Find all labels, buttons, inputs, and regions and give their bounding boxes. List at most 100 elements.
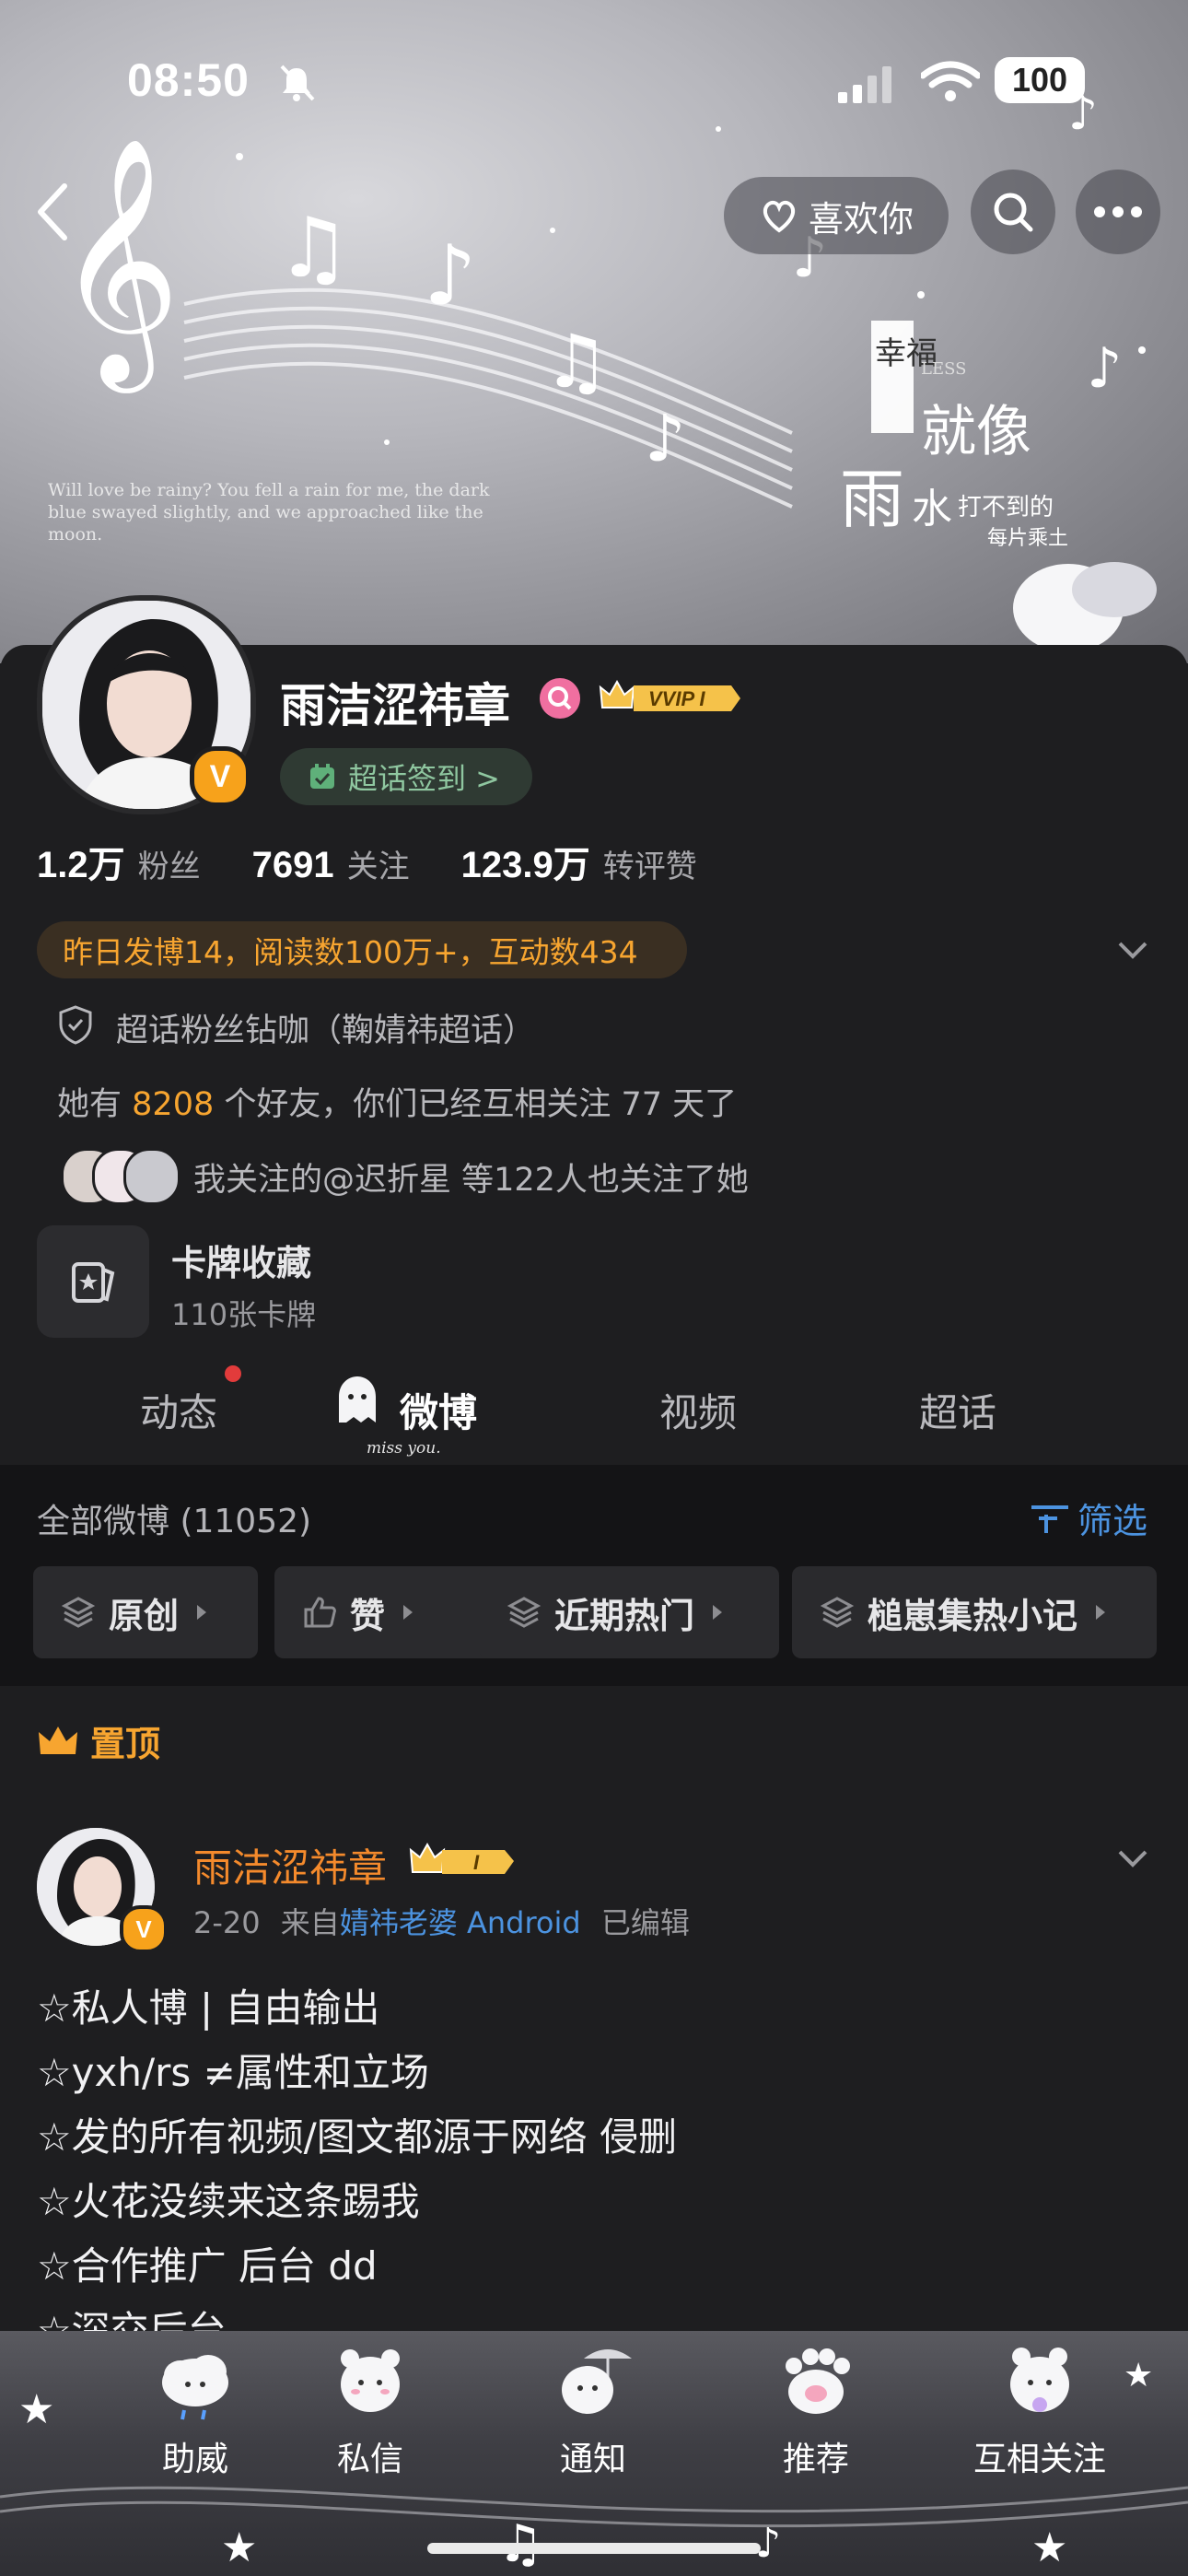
more-dots-icon	[1094, 206, 1142, 217]
interactions-count: 123.9万	[460, 845, 590, 885]
wifi-icon	[921, 61, 980, 101]
stat-interactions[interactable]: 123.9万 转评赞	[461, 835, 697, 888]
filter-button[interactable]: 筛选	[1030, 1493, 1147, 1543]
chip-original[interactable]: 原创	[33, 1566, 258, 1658]
vvip-badge[interactable]: VVIP I	[597, 676, 744, 720]
tab-decoration-text: miss you.	[367, 1439, 441, 1458]
filter-icon	[1031, 1505, 1068, 1533]
tab-supertopic[interactable]: 超话	[919, 1382, 996, 1438]
chip-recent-hot[interactable]: 近期热门	[479, 1566, 779, 1658]
tab-video[interactable]: 视频	[659, 1382, 737, 1438]
chip-collection-label: 槌崽集热小记	[868, 1595, 1078, 1636]
more-button[interactable]	[1076, 170, 1160, 254]
card-collection-icon	[72, 1262, 115, 1303]
supertopic-checkin-button[interactable]: 超话签到 >	[280, 748, 532, 805]
membership-crown-badge[interactable]: I	[409, 1839, 519, 1883]
bell-muted-icon	[280, 64, 315, 101]
bottom-message-button[interactable]: 私信	[306, 2340, 435, 2480]
bottom-recommend-button[interactable]: 推荐	[751, 2340, 880, 2480]
post-text-line: ☆火花没续来这条踢我	[37, 2179, 420, 2224]
activity-highlight[interactable]: 昨日发博14，阅读数100万+，互动数434	[37, 921, 687, 978]
friends-prefix: 她有	[57, 1086, 122, 1123]
svg-text:♪: ♪	[755, 2520, 781, 2567]
svg-text:★: ★	[1124, 2357, 1153, 2395]
filter-label: 筛选	[1077, 1501, 1148, 1541]
bear-mutual-follow-icon	[1010, 2348, 1069, 2412]
bottom-notify-label: 通知	[559, 2441, 626, 2478]
paw-recommend-icon	[786, 2348, 850, 2414]
tab-feed[interactable]: 动态	[140, 1382, 217, 1438]
post-date: 2-20	[193, 1905, 261, 1940]
banner-text-meipian: 每片乘土	[987, 527, 1069, 550]
chip-arrow-icon	[713, 1605, 723, 1620]
like-you-button[interactable]: 喜欢你	[724, 177, 949, 254]
mutual-avatar	[123, 1148, 181, 1205]
stat-followers[interactable]: 1.2万 粉丝	[37, 835, 201, 888]
heart-hand-icon	[763, 200, 796, 233]
layers-icon	[820, 1597, 855, 1628]
chip-original-label: 原创	[109, 1595, 180, 1636]
followers-count: 1.2万	[37, 845, 125, 885]
like-you-label: 喜欢你	[808, 198, 914, 240]
card-collection-icon-box[interactable]	[37, 1225, 149, 1338]
post-text-line: ☆发的所有视频/图文都源于网络 侵删	[37, 2114, 678, 2160]
post-menu-chevron-icon[interactable]	[1114, 1839, 1151, 1876]
bottom-mutual-follow-button[interactable]: 互相关注	[971, 2340, 1109, 2480]
crown-icon	[39, 1726, 77, 1754]
checkin-label: 超话签到 >	[348, 761, 500, 796]
profile-stats: 1.2万 粉丝 7691 关注 123.9万 转评赞	[37, 835, 749, 888]
thumbs-up-icon	[304, 1597, 336, 1628]
bottom-notify-button[interactable]: 通知	[529, 2340, 658, 2480]
banner-text-dabudao: 打不到的	[958, 494, 1054, 521]
svg-text:♪: ♪	[1087, 336, 1122, 401]
profile-tabs: 动态 微博 视频 超话	[0, 1373, 1188, 1465]
chip-collection[interactable]: 槌崽集热小记	[792, 1566, 1157, 1658]
new-indicator-dot	[225, 1365, 241, 1382]
chip-likes[interactable]: 赞	[274, 1566, 497, 1658]
back-arrow-icon[interactable]	[28, 175, 83, 249]
chip-arrow-icon	[1096, 1605, 1106, 1620]
bottom-mutual-follow-label: 互相关注	[973, 2441, 1106, 2478]
crown-label: I	[473, 1851, 480, 1874]
tab-weibo[interactable]: 微博	[400, 1382, 477, 1438]
home-indicator[interactable]	[427, 2543, 761, 2554]
following-label: 关注	[346, 849, 410, 885]
supertopic-rank[interactable]: 超话粉丝钻咖（鞠婧祎超话）	[116, 1004, 535, 1051]
bear-message-icon	[341, 2349, 400, 2412]
chip-arrow-icon	[403, 1605, 413, 1620]
friends-info: 她有 8208 个好友，你们已经互相关注 77 天了	[57, 1078, 737, 1125]
all-posts-count: 全部微博 (11052)	[37, 1503, 312, 1540]
friends-count[interactable]: 8208	[132, 1086, 214, 1123]
shield-check-icon	[59, 1005, 92, 1045]
supertopic-badge-icon[interactable]	[540, 678, 580, 719]
interactions-label: 转评赞	[602, 849, 697, 885]
post-source[interactable]: 婧祎老婆 Android	[340, 1905, 581, 1940]
card-collection-title[interactable]: 卡牌收藏	[171, 1235, 311, 1285]
banner-text-shui: 水	[912, 486, 952, 533]
post-verified-badge-icon: V	[120, 1905, 168, 1953]
post-author-name[interactable]: 雨洁涩祎章	[193, 1837, 387, 1893]
pinned-label: 置顶	[37, 1715, 160, 1766]
svg-text:♪: ♪	[645, 401, 686, 476]
svg-text:★: ★	[1031, 2524, 1067, 2571]
status-bar: 08:50 100	[0, 53, 1188, 109]
mutual-follow-text[interactable]: 我关注的@迟折星 等122人也关注了她	[193, 1153, 749, 1200]
svg-text:★: ★	[221, 2524, 257, 2571]
bottom-cheer-button[interactable]: 助威	[131, 2340, 260, 2480]
banner-text-less: LESS	[921, 359, 967, 379]
layers-icon	[61, 1597, 96, 1628]
profile-page: 𝄞 ♫ ♪ ♫ ♪ ♪ ♪ ♪ Will love be rainy? You …	[0, 0, 1188, 2576]
profile-name: 雨洁涩祎章	[280, 679, 510, 732]
bottom-message-label: 私信	[336, 2441, 403, 2478]
mutual-avatars[interactable]	[61, 1148, 190, 1205]
svg-text:★: ★	[18, 2386, 54, 2433]
card-collection-count: 110张卡牌	[171, 1297, 317, 1332]
chevron-down-icon[interactable]	[1114, 931, 1151, 967]
post-from-prefix: 来自	[280, 1905, 340, 1940]
search-icon	[994, 193, 1033, 232]
stat-following[interactable]: 7691 关注	[252, 841, 410, 886]
bear-umbrella-icon	[562, 2349, 632, 2414]
banner-english-text: Will love be rainy? You fell a rain for …	[48, 480, 490, 544]
post-edited: 已编辑	[600, 1905, 690, 1940]
search-button[interactable]	[971, 170, 1055, 254]
